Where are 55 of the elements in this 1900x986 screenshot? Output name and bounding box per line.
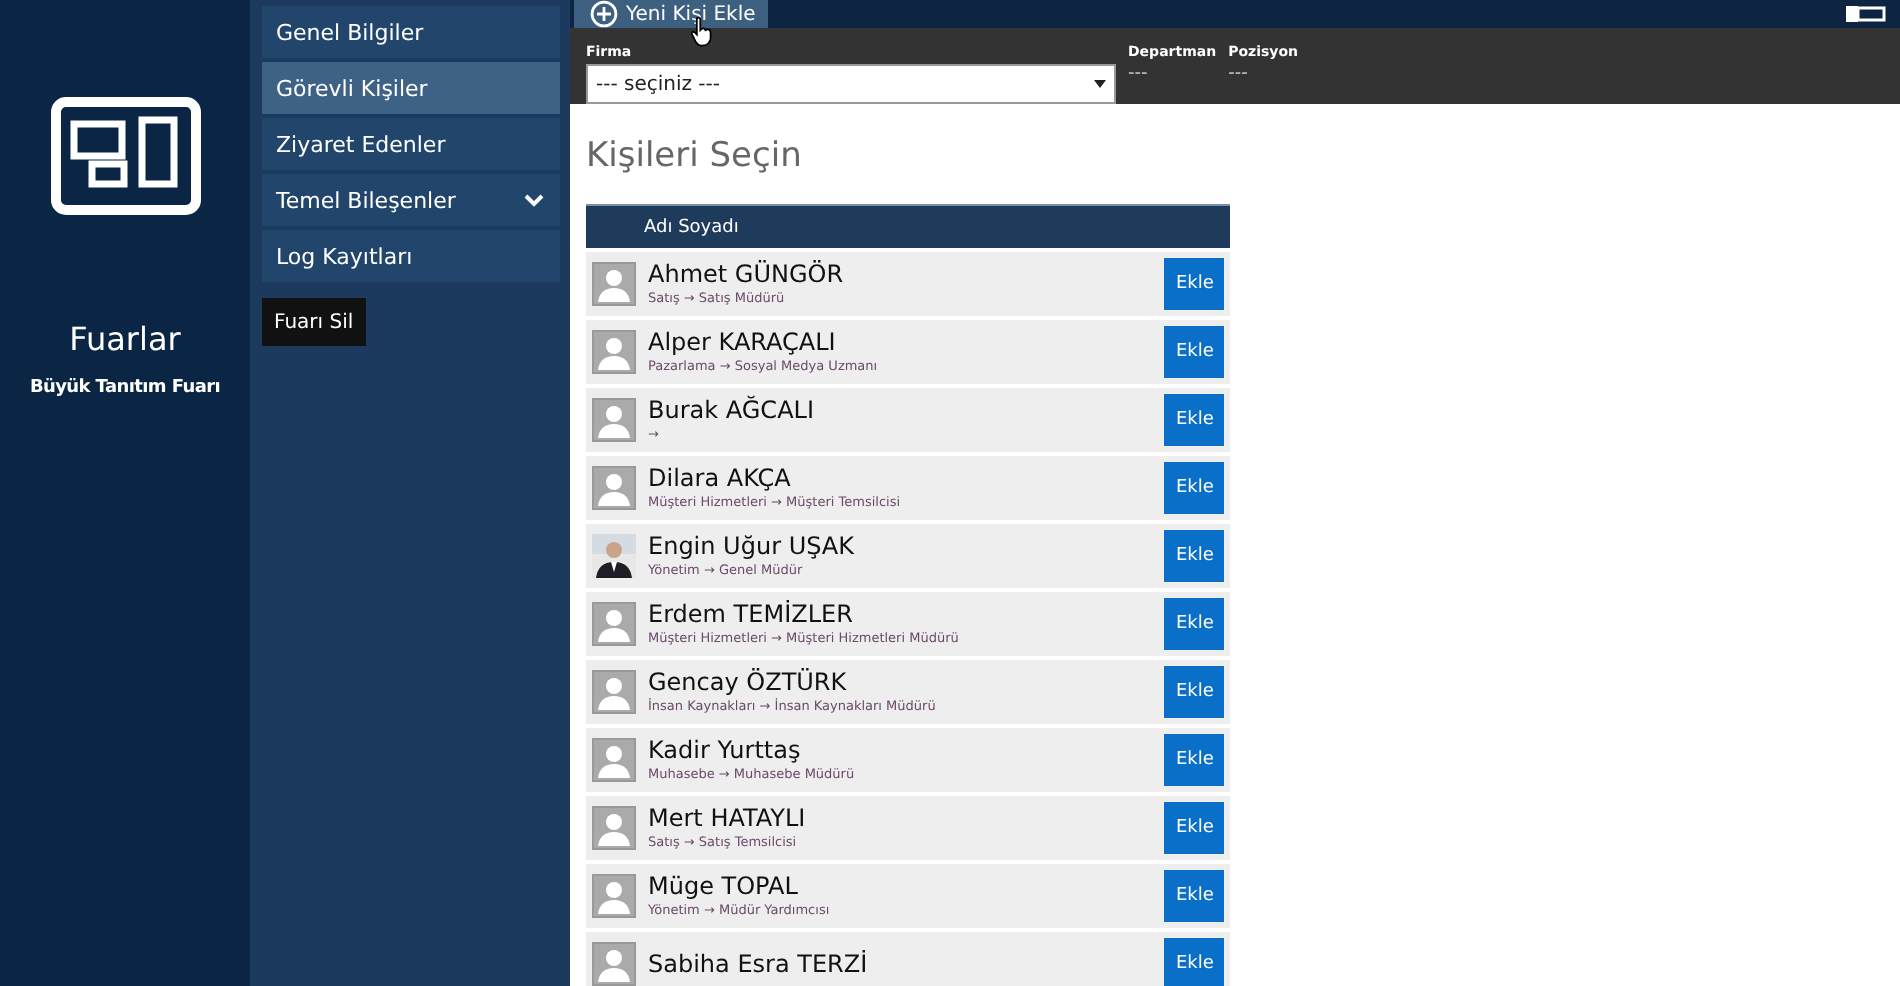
avatar-icon (592, 262, 636, 306)
person-name: Kadir Yurttaş (648, 736, 803, 766)
nav-label: Ziyaret Edenler (276, 131, 446, 157)
fair-name: Büyük Tanıtım Fuarı (29, 378, 221, 398)
add-button[interactable]: Ekle (1164, 734, 1224, 786)
person-name: Ahmet GÜNGÖR (648, 260, 846, 290)
nav-label: Genel Bilgiler (276, 19, 424, 45)
company-select[interactable]: --- seçiniz --- (586, 64, 1116, 104)
add-button[interactable]: Ekle (1164, 394, 1224, 446)
person-name: Engin Uğur UŞAK (648, 532, 857, 562)
logo-icon (49, 96, 201, 216)
person-name: Erdem TEMİZLER (648, 600, 855, 630)
plug-icon[interactable] (1844, 4, 1888, 24)
department-value: --- (1128, 64, 1150, 84)
chevron-icon (524, 193, 544, 207)
dropdown-icon (1094, 80, 1106, 88)
person-name: Mert HATAYLI (648, 804, 808, 834)
nav-item[interactable]: Temel Bileşenler (262, 174, 560, 226)
nav-item[interactable]: Ziyaret Edenler (262, 118, 560, 170)
add-button[interactable]: Ekle (1164, 326, 1224, 378)
person-name: Burak AĞCALI (648, 396, 816, 426)
add-button[interactable]: Ekle (1164, 870, 1224, 922)
person-name: Gencay ÖZTÜRK (648, 668, 849, 698)
add-button[interactable]: Ekle (1164, 258, 1224, 310)
add-button[interactable]: Ekle (1164, 938, 1224, 986)
avatar-icon (592, 738, 636, 782)
person-name: Sabiha Esra TERZİ (648, 949, 870, 979)
add-button[interactable]: Ekle (1164, 666, 1224, 718)
add-button[interactable]: Ekle (1164, 462, 1224, 514)
avatar-icon (592, 874, 636, 918)
nav-label: Temel Bileşenler (276, 187, 456, 213)
add-icon (590, 0, 618, 28)
nav-item[interactable]: Görevli Kişiler (262, 62, 560, 114)
nav-label: Görevli Kişiler (276, 75, 428, 101)
avatar-icon (592, 942, 636, 986)
position-value: --- (1228, 64, 1250, 84)
avatar-icon (592, 806, 636, 850)
person-name: Müge TOPAL (648, 872, 800, 902)
column-header: Adı Soyadı (644, 217, 739, 237)
add-button[interactable]: Ekle (1164, 598, 1224, 650)
avatar-icon (592, 602, 636, 646)
avatar-icon (592, 670, 636, 714)
person-name: Dilara AKÇA (648, 464, 793, 494)
avatar-icon (592, 398, 636, 442)
page-heading: Kişileri Seçin (586, 136, 804, 176)
avatar-icon (592, 466, 636, 510)
nav-label: Log Kayıtları (276, 243, 413, 269)
avatar-icon (592, 330, 636, 374)
delete-button[interactable]: Fuarı Sil (262, 298, 366, 346)
app-title: Fuarlar (69, 320, 181, 358)
person-name: Alper KARAÇALI (648, 328, 838, 358)
add-button[interactable]: Ekle (1164, 530, 1224, 582)
nav-item[interactable]: Log Kayıtları (262, 230, 560, 282)
nav-item[interactable]: Genel Bilgiler (262, 6, 560, 58)
add-button[interactable]: Ekle (1164, 802, 1224, 854)
